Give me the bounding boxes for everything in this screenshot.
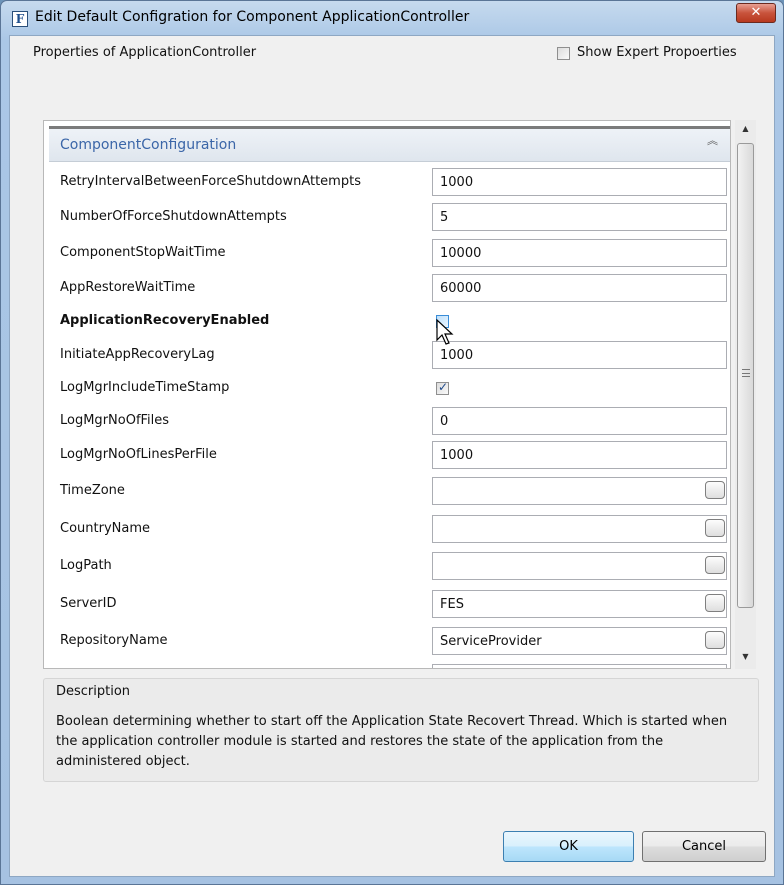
group-header[interactable]: ComponentConfiguration ︽	[49, 126, 730, 162]
property-label: LogMgrNoOfLinesPerFile	[60, 447, 217, 462]
checkbox-box[interactable]: ✓	[436, 380, 449, 395]
property-grid-content: ComponentConfiguration ︽ RetryIntervalBe…	[49, 126, 730, 668]
property-row: NumberOfForceShutdownAttempts	[49, 201, 730, 233]
property-label: LogPath	[60, 558, 112, 573]
properties-heading: Properties of ApplicationController	[33, 45, 257, 60]
property-row: ComponentStopWaitTime	[49, 237, 730, 269]
scroll-up-arrow-icon[interactable]: ▲	[735, 120, 756, 138]
property-label: LogMgrIncludeTimeStamp	[60, 380, 230, 395]
property-value-input[interactable]	[432, 407, 727, 435]
property-value-input[interactable]	[432, 274, 727, 302]
description-text: Boolean determining whether to start off…	[56, 714, 728, 769]
property-row: TimeZone	[49, 475, 730, 507]
collapse-chevron-icon[interactable]: ︽	[707, 135, 718, 146]
property-row: InitiateAppRecoveryLag	[49, 339, 730, 371]
application-recovery-checkbox[interactable]	[436, 314, 449, 329]
browse-button[interactable]	[705, 481, 725, 499]
property-label: InitiateAppRecoveryLag	[60, 347, 215, 362]
property-row-selected: ApplicationRecoveryEnabled	[49, 305, 730, 337]
property-value-input[interactable]	[432, 441, 727, 469]
property-value-input[interactable]	[432, 341, 727, 369]
property-value-input[interactable]	[432, 477, 727, 505]
browse-button[interactable]	[705, 519, 725, 537]
property-row: CountryName	[49, 513, 730, 545]
property-row: RepositoryName	[49, 625, 730, 657]
property-value-input[interactable]	[432, 239, 727, 267]
window-title: Edit Default Configration for Component …	[35, 9, 470, 25]
property-row-partial	[49, 662, 730, 668]
property-row: RetryIntervalBetweenForceShutdownAttempt…	[49, 166, 730, 198]
property-grid: ComponentConfiguration ︽ RetryIntervalBe…	[43, 120, 731, 669]
scroll-down-arrow-icon[interactable]: ▼	[735, 648, 756, 666]
property-value-input[interactable]	[432, 168, 727, 196]
title-bar[interactable]: F Edit Default Configration for Componen…	[1, 1, 783, 35]
property-row: LogMgrNoOfLinesPerFile	[49, 439, 730, 471]
show-expert-label: Show Expert Propoerties	[577, 45, 737, 60]
property-label: AppRestoreWaitTime	[60, 280, 196, 295]
grip-icon	[742, 369, 750, 377]
property-label: CountryName	[60, 521, 150, 536]
property-label: ServerID	[60, 596, 117, 611]
property-value-input[interactable]	[432, 590, 727, 618]
property-label: NumberOfForceShutdownAttempts	[60, 209, 287, 224]
log-timestamp-checkbox[interactable]: ✓	[436, 380, 449, 396]
app-icon: F	[12, 11, 28, 27]
property-row: LogPath	[49, 550, 730, 582]
description-panel: Description Boolean determining whether …	[43, 678, 759, 782]
property-value-input[interactable]	[432, 627, 727, 655]
property-row: ServerID	[49, 588, 730, 620]
vertical-scrollbar[interactable]: ▲ ▼	[735, 120, 756, 669]
show-expert-checkbox[interactable]	[557, 47, 570, 60]
group-title: ComponentConfiguration	[60, 137, 237, 153]
close-button[interactable]: ✕	[736, 3, 776, 23]
property-label: ComponentStopWaitTime	[60, 245, 226, 260]
property-value-input-partial[interactable]	[432, 664, 727, 668]
checkbox-box[interactable]	[436, 315, 449, 328]
property-value-input[interactable]	[432, 515, 727, 543]
property-label: LogMgrNoOfFiles	[60, 413, 170, 428]
property-label: TimeZone	[60, 483, 125, 498]
property-row: LogMgrIncludeTimeStamp ✓	[49, 372, 730, 404]
property-row: LogMgrNoOfFiles	[49, 405, 730, 437]
property-value-input[interactable]	[432, 552, 727, 580]
property-label: RepositoryName	[60, 633, 168, 648]
cancel-button[interactable]: Cancel	[642, 831, 766, 862]
property-value-input[interactable]	[432, 203, 727, 231]
browse-button[interactable]	[705, 631, 725, 649]
scroll-thumb[interactable]	[737, 143, 754, 608]
property-label: ApplicationRecoveryEnabled	[60, 313, 270, 328]
property-row: AppRestoreWaitTime	[49, 272, 730, 304]
property-label: RetryIntervalBetweenForceShutdownAttempt…	[60, 174, 361, 189]
browse-button[interactable]	[705, 594, 725, 612]
ok-button[interactable]: OK	[503, 831, 634, 862]
browse-button[interactable]	[705, 556, 725, 574]
checkmark-icon: ✓	[438, 380, 449, 394]
description-title: Description	[56, 684, 131, 699]
dialog-window: F Edit Default Configration for Componen…	[0, 0, 784, 885]
